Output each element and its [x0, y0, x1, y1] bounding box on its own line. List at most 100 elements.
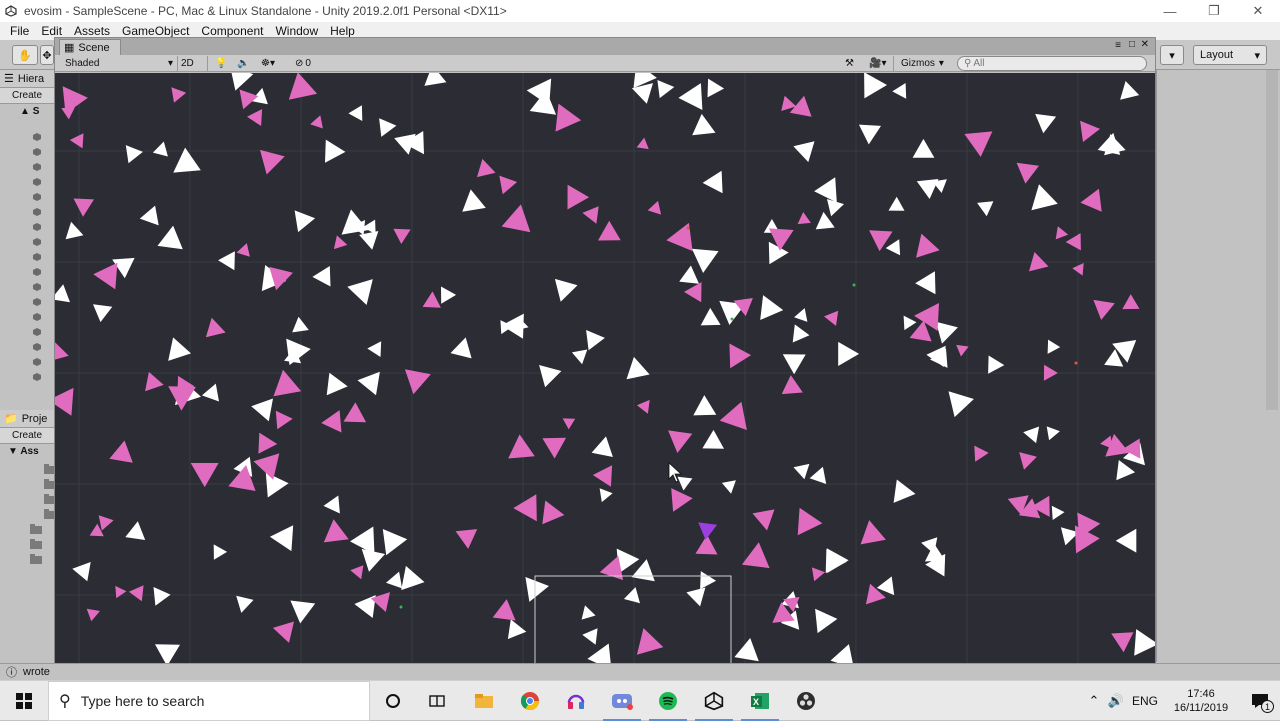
- task-view-icon[interactable]: [414, 681, 460, 721]
- scene-toolbar: Shaded ▾ 2D 💡 🔈 ☸▾ ⊘ 0 ⚒ 🎥▾ Gizmos ▾ ⚲ A…: [55, 55, 1155, 72]
- menu-window[interactable]: Window: [275, 24, 318, 38]
- hierarchy-item-icon[interactable]: [32, 177, 46, 187]
- discord-icon[interactable]: [599, 681, 645, 721]
- white-agent: [153, 587, 171, 606]
- unity-icon[interactable]: [691, 681, 737, 721]
- white-agent: [1134, 629, 1155, 656]
- pink-agent: [729, 343, 752, 369]
- white-agent: [892, 83, 907, 99]
- hierarchy-create-button[interactable]: Create: [0, 88, 56, 104]
- hierarchy-item-icon[interactable]: [32, 162, 46, 172]
- hierarchy-item-icon[interactable]: [32, 267, 46, 277]
- hidden-objects-toggle[interactable]: ⊘ 0: [295, 55, 311, 72]
- project-item-icon[interactable]: [30, 524, 44, 534]
- menu-assets[interactable]: Assets: [74, 24, 110, 38]
- hierarchy-item-icon[interactable]: [32, 132, 46, 142]
- pink-agent: [205, 317, 226, 338]
- white-agent: [626, 356, 650, 380]
- start-button[interactable]: [0, 681, 48, 721]
- pink-agent: [582, 206, 599, 224]
- hierarchy-item-icon[interactable]: [32, 237, 46, 247]
- hierarchy-item-icon[interactable]: [32, 312, 46, 322]
- white-agent: [888, 196, 905, 211]
- menu-component[interactable]: Component: [201, 24, 263, 38]
- lighting-toggle-icon[interactable]: 💡: [215, 55, 227, 72]
- hierarchy-item-icon[interactable]: [32, 252, 46, 262]
- hierarchy-item-icon[interactable]: [32, 222, 46, 232]
- headphones-app-icon[interactable]: [553, 681, 599, 721]
- project-item-icon[interactable]: [30, 554, 44, 564]
- cortana-icon[interactable]: [370, 681, 416, 721]
- hand-tool-button[interactable]: ✋: [12, 45, 38, 65]
- hierarchy-scene-root[interactable]: ▲ S: [20, 106, 39, 117]
- scene-search-placeholder: All: [973, 58, 985, 69]
- gizmos-dropdown[interactable]: Gizmos ▾: [901, 55, 944, 72]
- menu-edit[interactable]: Edit: [41, 24, 62, 38]
- scene-search-input[interactable]: ⚲ All: [957, 56, 1147, 71]
- white-agent: [792, 324, 810, 343]
- pink-agent: [190, 463, 219, 488]
- restore-button[interactable]: ❐: [1192, 0, 1236, 22]
- white-agent: [450, 337, 472, 359]
- notification-center-icon[interactable]: 1: [1240, 681, 1280, 721]
- minimize-button[interactable]: —: [1148, 0, 1192, 22]
- scene-tab[interactable]: ▦ Scene: [59, 39, 121, 55]
- close-panel-icon[interactable]: ✕: [1141, 39, 1149, 50]
- white-agent: [1116, 460, 1136, 481]
- chrome-icon[interactable]: [507, 681, 553, 721]
- project-create-button[interactable]: Create: [0, 428, 56, 444]
- hierarchy-item-icon[interactable]: [32, 342, 46, 352]
- clock[interactable]: 17:46 16/11/2019: [1162, 687, 1240, 715]
- excel-icon[interactable]: X: [737, 681, 783, 721]
- chevron-up-icon[interactable]: ⌃: [1084, 693, 1104, 709]
- white-agent: [793, 141, 815, 163]
- hierarchy-item-icon[interactable]: [32, 357, 46, 367]
- move-tool-button[interactable]: ✥: [40, 45, 54, 65]
- inspector-scrollbar[interactable]: [1266, 70, 1278, 410]
- hierarchy-item-icon[interactable]: [32, 297, 46, 307]
- pink-agent: [752, 509, 775, 531]
- pink-agent: [343, 402, 367, 423]
- white-agent: [1046, 426, 1060, 441]
- close-button[interactable]: ✕: [1236, 0, 1280, 22]
- camera-dropdown-icon[interactable]: 🎥▾: [869, 55, 886, 72]
- pink-agent: [273, 369, 302, 397]
- hierarchy-item-icon[interactable]: [32, 372, 46, 382]
- menu-gameobject[interactable]: GameObject: [122, 24, 189, 38]
- panel-menu-icon[interactable]: ≡: [1115, 40, 1121, 51]
- hierarchy-item-icon[interactable]: [32, 207, 46, 217]
- hierarchy-tab[interactable]: ☰ Hiera: [0, 70, 56, 88]
- spotify-icon[interactable]: [645, 681, 691, 721]
- maximize-icon[interactable]: □: [1129, 39, 1135, 50]
- volume-icon[interactable]: 🔊: [1104, 693, 1128, 709]
- layout-dropdown[interactable]: Layout ▾: [1193, 45, 1267, 65]
- white-agent: [864, 73, 887, 99]
- shading-mode-dropdown[interactable]: Shaded ▾: [65, 55, 173, 72]
- pink-agent: [567, 184, 590, 210]
- taskbar-search-input[interactable]: ⚲ Type here to search: [48, 681, 370, 721]
- project-item-icon[interactable]: [30, 539, 44, 549]
- project-tab[interactable]: 📁 Proje: [0, 410, 56, 428]
- account-dropdown[interactable]: ▾: [1160, 45, 1184, 65]
- white-agent: [915, 271, 936, 295]
- white-agent: [830, 644, 853, 663]
- file-explorer-icon[interactable]: [461, 681, 507, 721]
- 2d-toggle[interactable]: 2D: [181, 55, 199, 72]
- pink-agent: [974, 445, 989, 462]
- hierarchy-item-icon[interactable]: [32, 282, 46, 292]
- menu-help[interactable]: Help: [330, 24, 355, 38]
- project-assets-folder[interactable]: ▼ Ass: [8, 446, 39, 457]
- hierarchy-item-icon[interactable]: [32, 327, 46, 337]
- menu-file[interactable]: File: [10, 24, 29, 38]
- scene-view[interactable]: [55, 73, 1155, 663]
- white-agent: [251, 398, 273, 422]
- pink-agent: [1100, 435, 1113, 449]
- hierarchy-item-icon[interactable]: [32, 147, 46, 157]
- audio-toggle-icon[interactable]: 🔈: [237, 55, 249, 72]
- obs-icon[interactable]: [783, 681, 829, 721]
- scene-canvas[interactable]: [55, 73, 1155, 663]
- language-indicator[interactable]: ENG: [1128, 694, 1162, 708]
- effects-toggle-icon[interactable]: ☸▾: [261, 55, 275, 72]
- tools-icon[interactable]: ⚒: [845, 55, 854, 72]
- hierarchy-item-icon[interactable]: [32, 192, 46, 202]
